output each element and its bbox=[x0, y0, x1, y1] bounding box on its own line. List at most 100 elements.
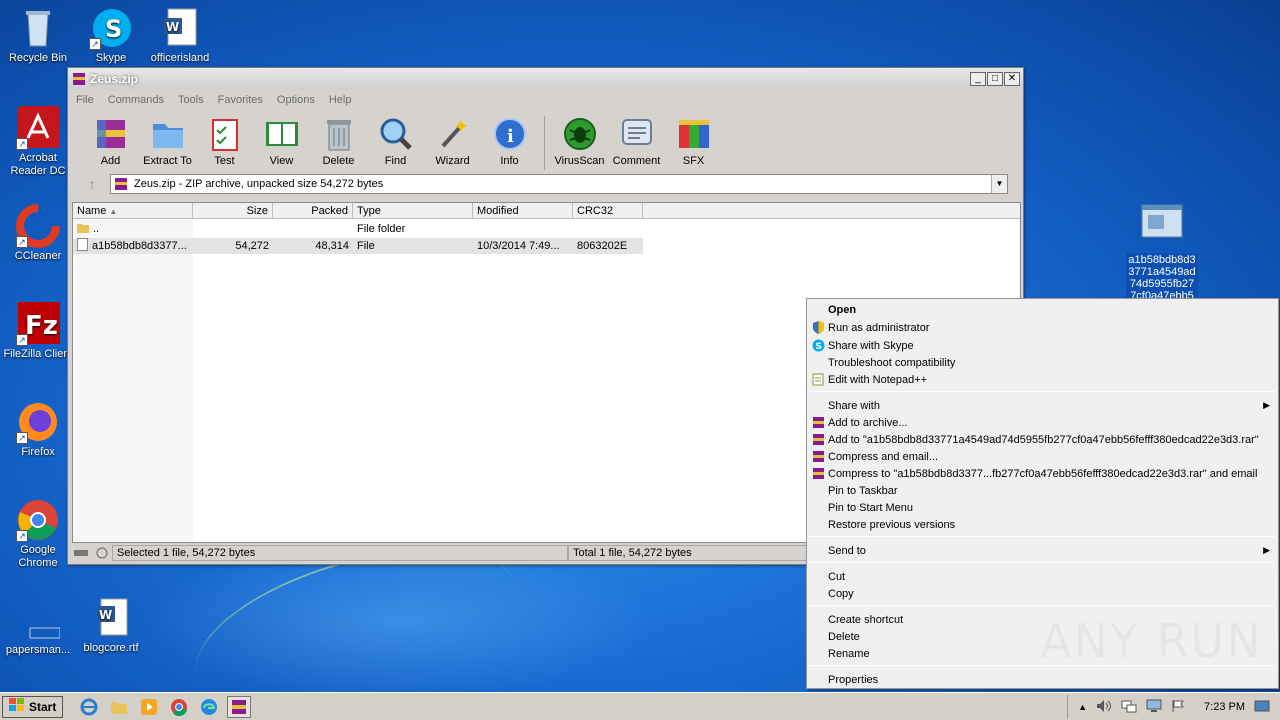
menu-item-copy[interactable]: Copy bbox=[809, 585, 1276, 602]
desktop-icon-acrobat[interactable]: ↗ Acrobat Reader DC bbox=[0, 106, 76, 178]
menu-item-open[interactable]: Open bbox=[809, 301, 1276, 318]
table-row[interactable]: .. File folder bbox=[73, 221, 643, 237]
menu-favorites[interactable]: Favorites bbox=[218, 94, 263, 106]
toolbar-label: Delete bbox=[322, 155, 355, 167]
flag-icon[interactable] bbox=[1171, 699, 1185, 716]
monitor-icon[interactable] bbox=[1146, 699, 1162, 716]
menu-item-add-to-archive[interactable]: Add to archive... bbox=[809, 414, 1276, 431]
start-button[interactable]: Start bbox=[2, 695, 64, 718]
menu-item-compress-email[interactable]: Compress and email... bbox=[809, 448, 1276, 465]
menu-item-send-to[interactable]: Send to ▶ bbox=[809, 542, 1276, 559]
desktop-icon-chrome[interactable]: ↗ Google Chrome bbox=[0, 498, 76, 570]
show-desktop-icon[interactable] bbox=[1254, 699, 1270, 716]
chevron-up-icon[interactable]: ▲ bbox=[1078, 702, 1087, 712]
toolbar-wizard-button[interactable]: Wizard bbox=[424, 116, 481, 167]
taskbar-edge-icon[interactable] bbox=[197, 696, 221, 718]
status-total: Total 1 file, 54,272 bytes bbox=[568, 545, 808, 561]
network-icon[interactable] bbox=[1121, 699, 1137, 716]
menu-item-add-to-rar[interactable]: Add to "a1b58bdb8d33771a4549ad74d5955fb2… bbox=[809, 431, 1276, 448]
system-tray: ▲ 7:23 PM bbox=[1067, 695, 1280, 719]
toolbar-virusscan-button[interactable]: VirusScan bbox=[551, 116, 608, 167]
toolbar-find-button[interactable]: Find bbox=[367, 116, 424, 167]
menu-help[interactable]: Help bbox=[329, 94, 352, 106]
desktop-icon-skype[interactable]: S ↗ Skype bbox=[73, 6, 149, 65]
chevron-down-icon[interactable]: ▼ bbox=[991, 175, 1007, 193]
desktop-icon-label: CCleaner bbox=[14, 250, 62, 262]
test-checklist-icon bbox=[207, 116, 243, 152]
taskbar-media-player-icon[interactable] bbox=[137, 696, 161, 718]
toolbar-info-button[interactable]: i Info bbox=[481, 116, 538, 167]
address-field[interactable]: Zeus.zip - ZIP archive, unpacked size 54… bbox=[110, 174, 1008, 194]
toolbar-comment-button[interactable]: Comment bbox=[608, 116, 665, 167]
svg-text:W: W bbox=[166, 20, 179, 34]
menu-item-compress-to-rar-email[interactable]: Compress to "a1b58bdb8d3377...fb277cf0a4… bbox=[809, 465, 1276, 482]
up-arrow-icon[interactable]: ↑ bbox=[74, 174, 110, 194]
desktop-icon-papersman[interactable]: papersman... bbox=[0, 598, 76, 657]
acrobat-icon: ↗ bbox=[16, 106, 60, 150]
column-modified[interactable]: Modified bbox=[473, 203, 573, 218]
recycle-bin-icon bbox=[16, 6, 60, 50]
address-text: Zeus.zip - ZIP archive, unpacked size 54… bbox=[134, 178, 384, 190]
volume-icon[interactable] bbox=[1096, 699, 1112, 716]
column-packed[interactable]: Packed bbox=[273, 203, 353, 218]
column-crc32[interactable]: CRC32 bbox=[573, 203, 643, 218]
table-row[interactable]: a1b58bdb8d3377... 54,272 48,314 File 10/… bbox=[73, 238, 643, 254]
column-name[interactable]: Name ▲ bbox=[73, 203, 193, 218]
cell-name: .. bbox=[93, 223, 100, 235]
toolbar-add-button[interactable]: Add bbox=[82, 116, 139, 167]
menu-item-properties[interactable]: Properties bbox=[809, 671, 1276, 688]
menu-item-restore-versions[interactable]: Restore previous versions bbox=[809, 516, 1276, 533]
trash-can-icon bbox=[321, 116, 357, 152]
clock[interactable]: 7:23 PM bbox=[1204, 701, 1245, 713]
toolbar-sfx-button[interactable]: SFX bbox=[665, 116, 722, 167]
status-selected: Selected 1 file, 54,272 bytes bbox=[112, 545, 568, 561]
desktop-icon-selected-file[interactable]: a1b58bdb8d33771a4549ad74d5955fb277cf0a47… bbox=[1124, 203, 1200, 304]
taskbar-chrome-icon[interactable] bbox=[167, 696, 191, 718]
close-button[interactable]: ✕ bbox=[1004, 72, 1020, 86]
menu-item-share-with[interactable]: Share with ▶ bbox=[809, 397, 1276, 414]
anyrun-watermark: ANY RUN bbox=[1040, 614, 1263, 668]
menu-item-cut[interactable]: Cut bbox=[809, 568, 1276, 585]
desktop-icon-officerisland[interactable]: W officerisland bbox=[142, 6, 218, 65]
menu-options[interactable]: Options bbox=[277, 94, 315, 106]
taskbar: Start ▲ 7:23 PM bbox=[0, 692, 1280, 720]
desktop-icon-blogcore[interactable]: W blogcore.rtf bbox=[73, 596, 149, 655]
desktop-icon-ccleaner[interactable]: ↗ CCleaner bbox=[0, 204, 76, 263]
menu-item-pin-taskbar[interactable]: Pin to Taskbar bbox=[809, 482, 1276, 499]
toolbar-delete-button[interactable]: Delete bbox=[310, 116, 367, 167]
window-titlebar[interactable]: Zeus.zip _ □ ✕ bbox=[68, 68, 1023, 90]
column-size[interactable]: Size bbox=[193, 203, 273, 218]
chrome-icon: ↗ bbox=[16, 498, 60, 542]
desktop-icon-recycle-bin[interactable]: Recycle Bin bbox=[0, 6, 76, 65]
toolbar-view-button[interactable]: View bbox=[253, 116, 310, 167]
desktop-icon-label: papersman... bbox=[5, 644, 71, 656]
taskbar-ie-icon[interactable] bbox=[77, 696, 101, 718]
toolbar-extract-button[interactable]: Extract To bbox=[139, 116, 196, 167]
menu-item-share-skype[interactable]: S Share with Skype bbox=[809, 337, 1276, 354]
column-type[interactable]: Type bbox=[353, 203, 473, 218]
word-document-icon: W bbox=[89, 596, 133, 640]
menu-file[interactable]: File bbox=[76, 94, 94, 106]
desktop-icon-firefox[interactable]: ↗ Firefox bbox=[0, 400, 76, 459]
uac-shield-icon bbox=[812, 321, 825, 334]
desktop-icon-filezilla[interactable]: Fz ↗ FileZilla Client bbox=[0, 302, 76, 361]
minimize-button[interactable]: _ bbox=[970, 72, 986, 86]
menu-commands[interactable]: Commands bbox=[108, 94, 164, 106]
maximize-button[interactable]: □ bbox=[987, 72, 1003, 86]
menu-item-run-as-admin[interactable]: Run as administrator bbox=[809, 319, 1276, 336]
menu-item-troubleshoot[interactable]: Troubleshoot compatibility bbox=[809, 354, 1276, 371]
view-book-icon bbox=[264, 116, 300, 152]
chevron-right-icon: ▶ bbox=[1263, 545, 1270, 555]
extract-folder-icon bbox=[150, 116, 186, 152]
winrar-icon bbox=[72, 72, 86, 86]
taskbar-winrar-icon[interactable] bbox=[227, 695, 252, 718]
menu-item-notepadpp[interactable]: Edit with Notepad++ bbox=[809, 371, 1276, 388]
chevron-right-icon: ▶ bbox=[1263, 400, 1270, 410]
menu-tools[interactable]: Tools bbox=[178, 94, 204, 106]
menu-item-pin-start[interactable]: Pin to Start Menu bbox=[809, 499, 1276, 516]
taskbar-explorer-icon[interactable] bbox=[107, 696, 131, 718]
toolbar-test-button[interactable]: Test bbox=[196, 116, 253, 167]
skype-icon: S ↗ bbox=[89, 6, 133, 50]
filezilla-icon: Fz ↗ bbox=[16, 302, 60, 346]
cell-packed: 48,314 bbox=[315, 240, 349, 252]
